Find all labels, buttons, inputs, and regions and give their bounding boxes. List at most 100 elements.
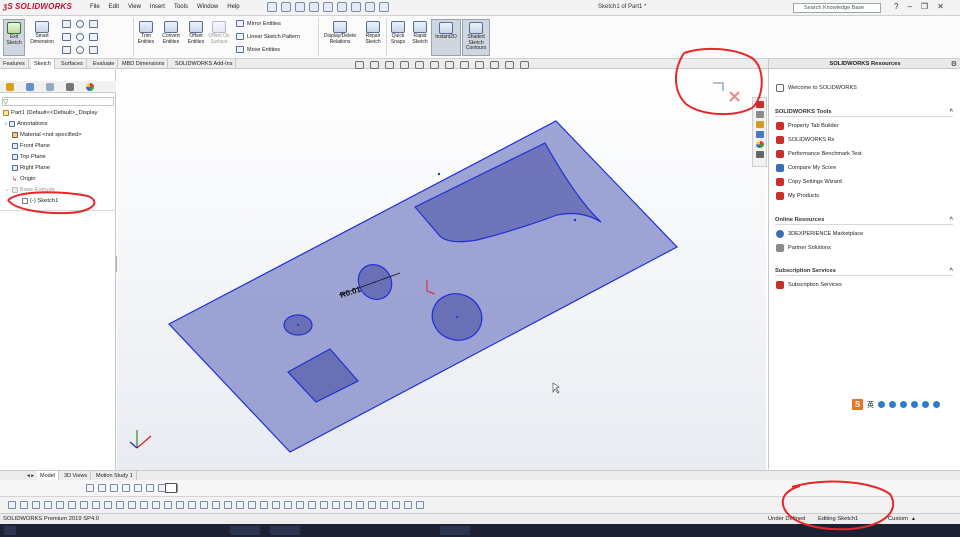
expand-icon[interactable]: › (5, 121, 7, 127)
design-library-tab-icon[interactable] (755, 111, 764, 118)
select-icon[interactable] (351, 2, 361, 12)
intersection-snap-icon[interactable] (134, 484, 142, 492)
menu-tools[interactable]: Tools (174, 4, 188, 10)
display-manager-tab[interactable] (80, 81, 100, 93)
offset-tool-icon[interactable] (224, 501, 232, 509)
ime-keyboard-icon[interactable] (911, 401, 918, 408)
property-manager-tab[interactable] (20, 81, 40, 93)
quick-snaps-button[interactable]: Quick Snaps (388, 21, 408, 45)
taskbar-app[interactable] (270, 526, 300, 535)
sogou-ime-icon[interactable]: S (852, 399, 863, 410)
dimxpert-manager-tab[interactable] (60, 81, 80, 93)
subscription-services-header[interactable]: Subscription Services ^ (775, 268, 953, 276)
offset-on-surface-button[interactable]: Offset On Surface (208, 21, 230, 45)
resource-link-solidworks-rx[interactable]: SOLIDWORKS Rx (776, 136, 834, 144)
repair-tool-icon[interactable] (380, 501, 388, 509)
menu-edit[interactable]: Edit (109, 4, 119, 10)
center-snap-icon[interactable] (98, 484, 106, 492)
viewport-maximize-icon[interactable]: ☐ (737, 70, 742, 71)
display-style-icon[interactable] (445, 61, 454, 69)
open-icon[interactable] (295, 2, 305, 12)
trim-entities-button[interactable]: Trim Entities (135, 21, 157, 45)
undo-icon[interactable] (337, 2, 347, 12)
smart-dimension-button[interactable]: Smart Dimension (27, 21, 57, 45)
search-knowledge-base-input[interactable]: Search Knowledge Base (793, 3, 881, 13)
mirror-tool-icon[interactable] (236, 501, 244, 509)
welcome-link[interactable]: Welcome to SOLIDWORKS (776, 84, 857, 92)
move-entities-button[interactable]: Move Entities (236, 46, 280, 53)
zoom-to-area-icon[interactable] (370, 61, 379, 69)
tree-filter-input[interactable] (2, 97, 114, 106)
line-tool-icon[interactable] (68, 501, 76, 509)
arc-tool-icon[interactable] (104, 501, 112, 509)
filter-faces-icon[interactable] (20, 501, 28, 509)
resource-link-partner-solutions[interactable]: Partner Solutions (776, 244, 831, 252)
units-dropdown-icon[interactable]: ▴ (912, 516, 915, 522)
tree-item-base-extrude[interactable]: ⌄ Base-Extrude (5, 187, 55, 193)
taskbar-app[interactable] (440, 526, 470, 535)
tree-item-top-plane[interactable]: Top Plane (12, 154, 46, 160)
fillet-icon[interactable] (89, 46, 98, 54)
quadrant-snap-icon[interactable] (122, 484, 130, 492)
taskbar-app[interactable] (230, 526, 260, 535)
exit-sketch-button[interactable]: Exit Sketch (3, 19, 25, 56)
tree-item-right-plane[interactable]: Right Plane (12, 165, 50, 171)
copy-tool-icon[interactable] (296, 501, 304, 509)
menu-insert[interactable]: Insert (150, 4, 165, 10)
repair-sketch-button[interactable]: Repair Sketch (362, 21, 384, 45)
chevron-up-icon[interactable]: ^ (949, 217, 953, 223)
configuration-manager-tab[interactable] (40, 81, 60, 93)
save-icon[interactable] (309, 2, 319, 12)
menu-window[interactable]: Window (197, 4, 218, 10)
text-tool-icon[interactable] (164, 501, 172, 509)
more-tools-icon[interactable] (416, 501, 424, 509)
tab-mbd-dimensions[interactable]: MBD Dimensions (119, 59, 169, 69)
offset-entities-button[interactable]: Offset Entities (185, 21, 207, 45)
online-resources-header[interactable]: Online Resources ^ (775, 217, 953, 225)
minimize-icon[interactable]: – (907, 2, 911, 11)
graphics-area[interactable]: R0.01 ⌐ ▣ – ☐ (117, 70, 766, 470)
tree-item-material[interactable]: Material <not specified> (12, 132, 82, 138)
previous-view-icon[interactable] (385, 61, 394, 69)
arc-icon[interactable] (76, 33, 84, 41)
close-icon[interactable]: ✕ (937, 2, 944, 11)
new-document-icon[interactable] (281, 2, 291, 12)
rebuild-icon[interactable] (365, 2, 375, 12)
mirror-entities-button[interactable]: Mirror Entities (236, 20, 281, 27)
base-plate-shape[interactable] (168, 120, 678, 453)
circle-icon[interactable] (76, 20, 84, 28)
point-icon[interactable] (76, 46, 84, 54)
solidworks-resources-tab-icon[interactable] (755, 101, 764, 108)
hide-show-items-icon[interactable] (460, 61, 469, 69)
ime-skin-icon[interactable] (922, 401, 929, 408)
tree-item-sketch1[interactable]: (-) Sketch1 (22, 198, 58, 204)
menu-help[interactable]: Help (227, 4, 239, 10)
ellipse-tool-icon[interactable] (128, 501, 136, 509)
block-tool-icon[interactable] (344, 501, 352, 509)
slot-icon[interactable] (62, 46, 71, 54)
edit-appearance-icon[interactable] (475, 61, 484, 69)
chamfer-tool-icon[interactable] (152, 501, 160, 509)
view-settings-icon[interactable] (505, 61, 514, 69)
tree-item-front-plane[interactable]: Front Plane (12, 143, 50, 149)
panel-settings-icon[interactable]: ⚙ (951, 60, 957, 68)
tree-item-part[interactable]: Part1 (Default<<Default>_Display (3, 110, 98, 116)
linear-sketch-pattern-button[interactable]: Linear Sketch Pattern (236, 33, 300, 40)
pattern-tool-icon[interactable] (248, 501, 256, 509)
nearest-snap-icon[interactable] (146, 484, 154, 492)
centerline-tool-icon[interactable] (188, 501, 196, 509)
line-icon[interactable] (62, 20, 71, 28)
chevron-up-icon[interactable]: ^ (949, 109, 953, 115)
tab-solidworks-addins[interactable]: SOLIDWORKS Add-Ins (172, 59, 237, 69)
resource-link-copy-settings-wizard[interactable]: Copy Settings Wizard (776, 178, 842, 186)
chevron-up-icon[interactable]: ^ (949, 268, 953, 274)
help-icon[interactable]: ? (894, 2, 898, 11)
fix-relation-icon[interactable] (320, 501, 328, 509)
circle-tool-icon[interactable] (92, 501, 100, 509)
point-tool-icon[interactable] (176, 501, 184, 509)
units-selector[interactable]: Custom (888, 516, 908, 522)
tree-item-origin[interactable]: ↳ Origin (12, 176, 35, 183)
resource-link-compare-my-score[interactable]: Compare My Score (776, 164, 836, 172)
extend-tool-icon[interactable] (212, 501, 220, 509)
rotate-tool-icon[interactable] (272, 501, 280, 509)
